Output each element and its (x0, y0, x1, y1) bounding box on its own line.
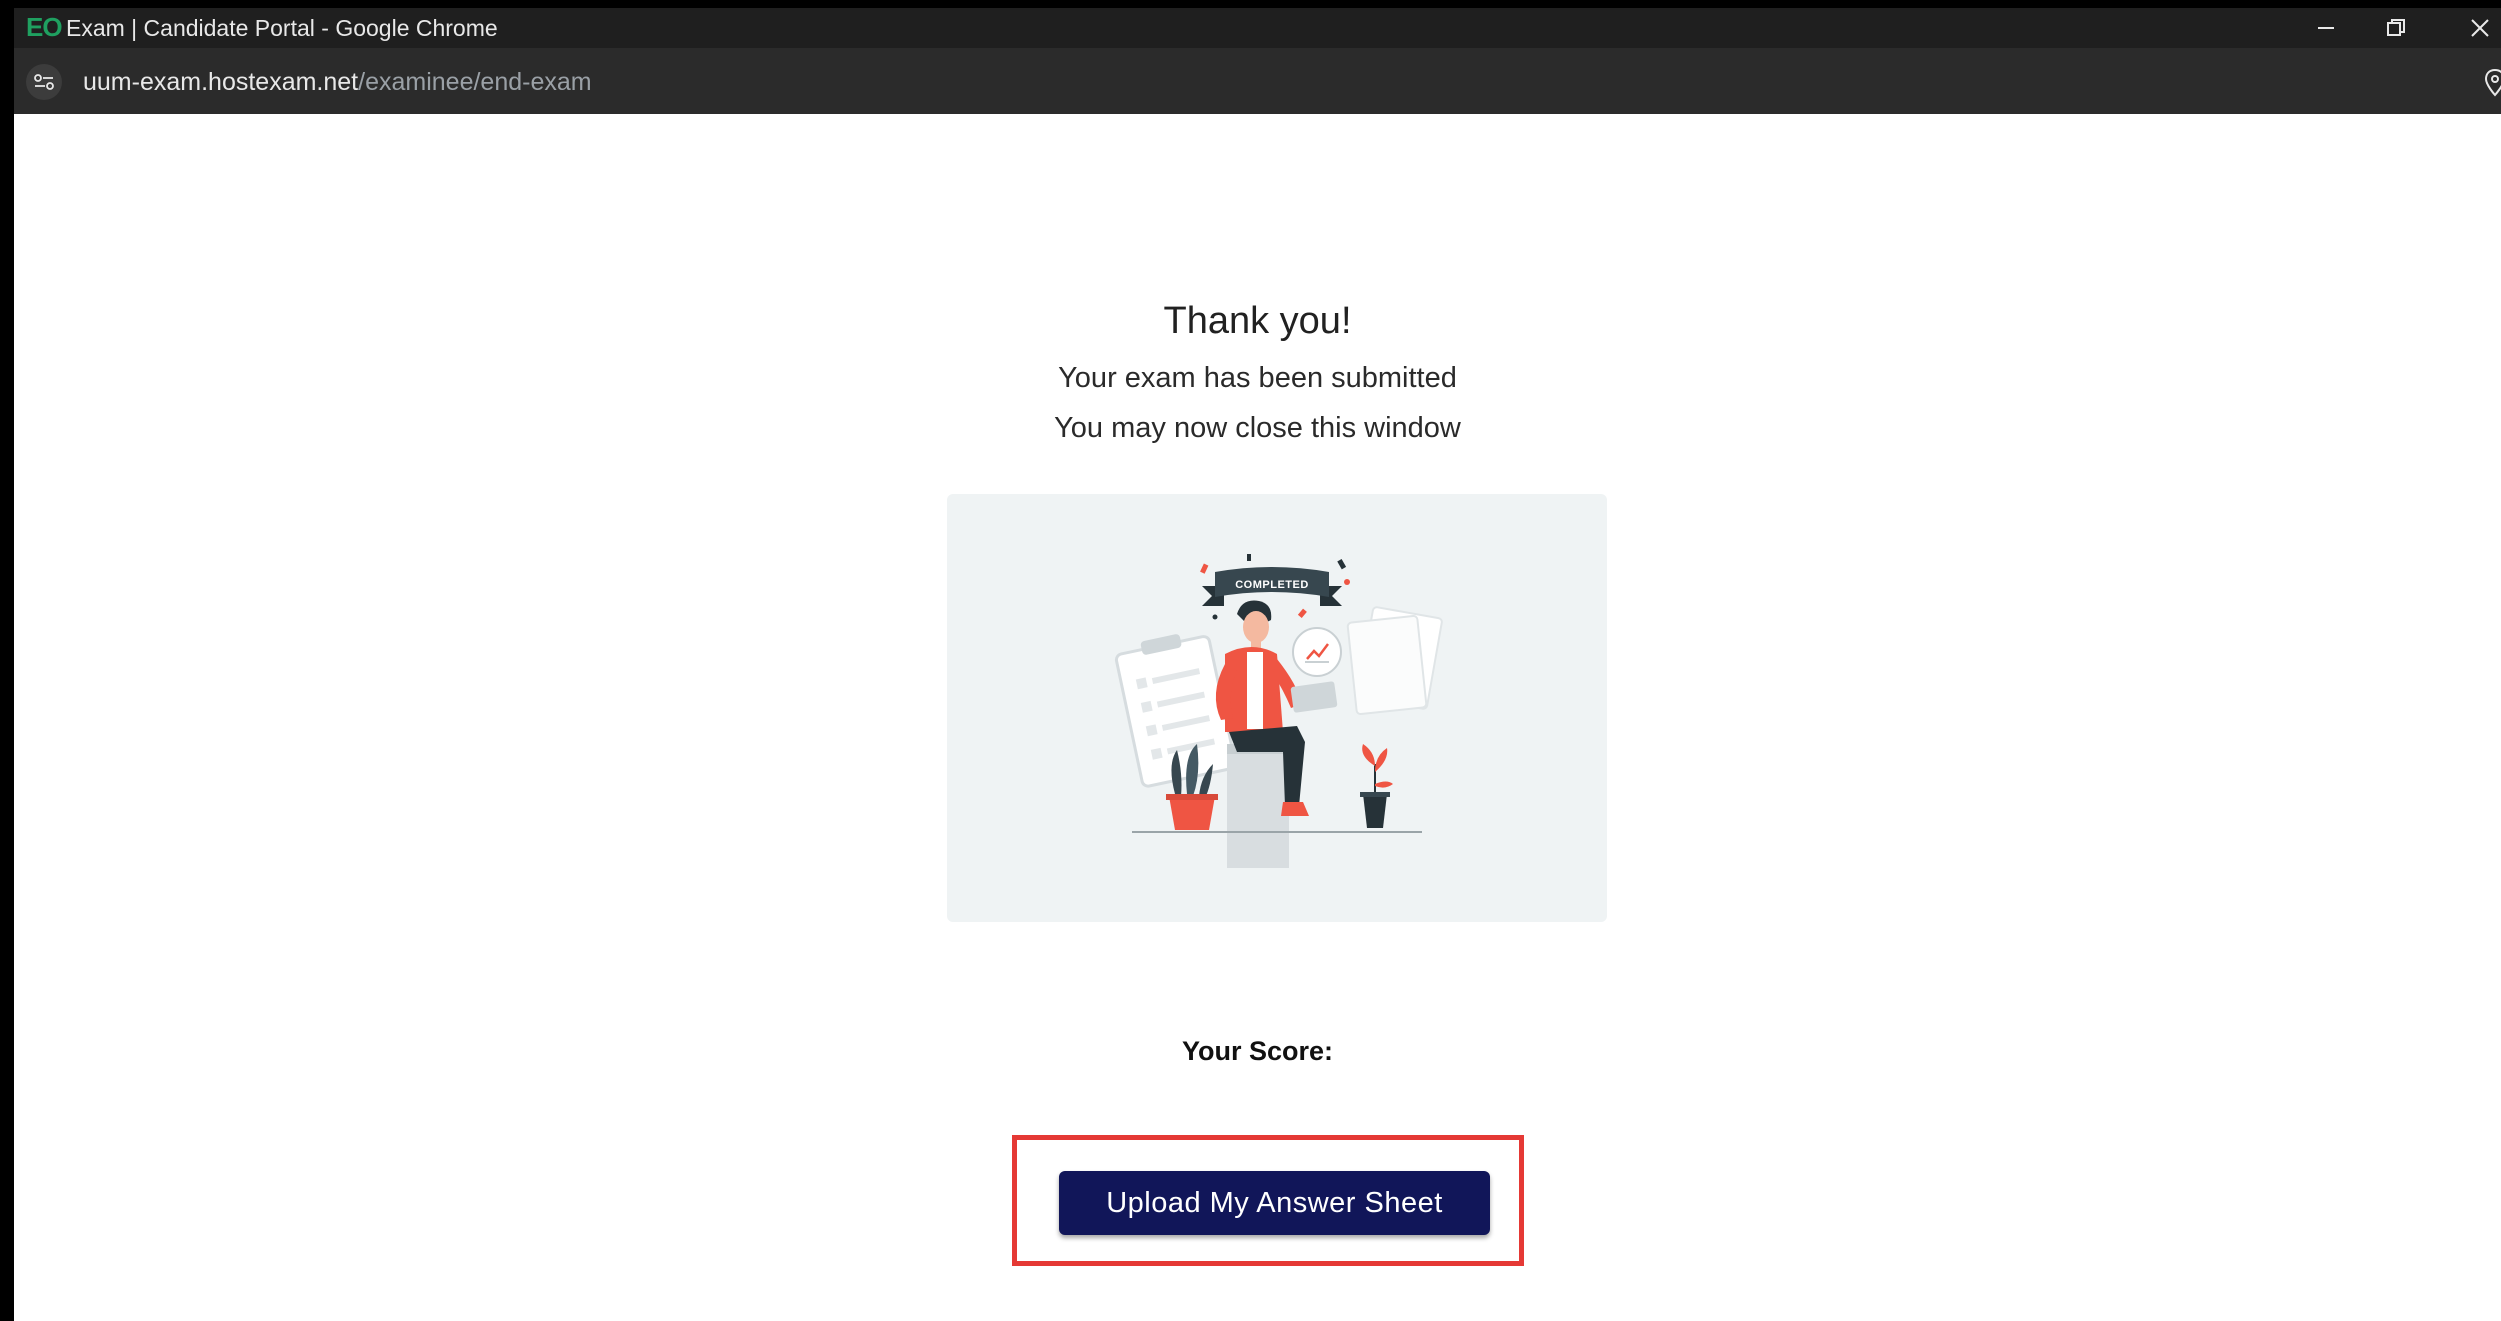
favicon-icon: EO (26, 12, 63, 42)
upload-answer-sheet-button[interactable]: Upload My Answer Sheet (1059, 1171, 1490, 1235)
documents-icon (1346, 606, 1443, 716)
page-content: Thank you! Your exam has been submitted … (14, 114, 2501, 1321)
location-icon[interactable] (2483, 68, 2501, 98)
score-label: Your Score: (1181, 1036, 1334, 1066)
completed-illustration-art: COMPLETED (1114, 554, 1443, 868)
address-bar[interactable]: uum-exam.hostexam.net/examinee/end-exam (14, 48, 2501, 114)
completed-banner: COMPLETED (1202, 567, 1342, 606)
completed-illustration: COMPLETED (947, 494, 1607, 922)
restore-icon (2387, 19, 2405, 36)
minimize-button[interactable] (2291, 8, 2361, 48)
close-icon (2471, 19, 2489, 37)
url-host: uum-exam.hostexam.net (83, 68, 359, 96)
browser-window: EO Exam | Candidate Portal - Google Chro… (14, 8, 2501, 1321)
chart-check-icon (1292, 627, 1342, 677)
close-button[interactable] (2445, 8, 2501, 48)
restore-button[interactable] (2361, 8, 2431, 48)
minimize-icon (2318, 27, 2334, 29)
plant-right-icon (1360, 744, 1393, 828)
close-window-message: You may now close this window (1054, 412, 1461, 444)
page-title: Thank you! (1163, 300, 1352, 342)
site-info-icon (34, 74, 54, 90)
submitted-message: Your exam has been submitted (1058, 362, 1457, 394)
banner-text: COMPLETED (1235, 579, 1309, 591)
window-title: Exam | Candidate Portal - Google Chrome (66, 15, 498, 41)
url-path: /examinee/end-exam (358, 68, 592, 96)
title-bar: EO Exam | Candidate Portal - Google Chro… (14, 8, 2501, 48)
url-field[interactable]: uum-exam.hostexam.net/examinee/end-exam (83, 68, 592, 97)
site-info-button[interactable] (26, 64, 62, 100)
